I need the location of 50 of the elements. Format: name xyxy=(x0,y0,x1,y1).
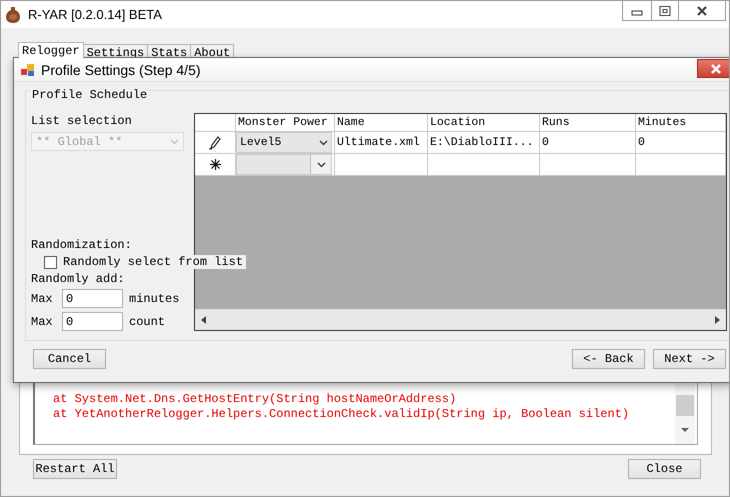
scroll-thumb[interactable] xyxy=(676,395,694,416)
close-button[interactable]: Close xyxy=(628,459,701,479)
chevron-icon xyxy=(319,140,328,146)
unit-label: minutes xyxy=(129,292,180,306)
random-checkbox[interactable]: Randomly select from list xyxy=(44,255,246,269)
tab[interactable]: Relogger xyxy=(18,42,84,59)
close-icon xyxy=(696,6,708,16)
field-label: List selection xyxy=(31,114,133,128)
section-label: Randomly add: xyxy=(31,272,126,286)
log-line: at System.Net.Dns.GetHostEntry(String hostNameOrAddress) xyxy=(53,392,458,407)
asterisk-icon xyxy=(210,159,220,170)
window-title: R-YAR [0.2.0.14] BETA xyxy=(28,7,162,22)
column-header[interactable]: Monster Power xyxy=(236,114,335,132)
column-header[interactable]: Runs xyxy=(540,114,636,132)
number-field[interactable]: 0 xyxy=(62,289,123,308)
table-cell: Ultimate.xml xyxy=(335,132,428,154)
table-cell: E:\DiabloIII... xyxy=(428,132,540,154)
app-icon xyxy=(6,6,20,23)
unit-label: count xyxy=(129,314,166,328)
close-button[interactable] xyxy=(697,59,729,78)
maximize-icon xyxy=(659,6,671,16)
column-header[interactable]: Name xyxy=(335,114,428,132)
cancel-button[interactable]: Cancel xyxy=(33,349,106,369)
log-line: at YetAnotherRelogger.Helpers.ConnectionCheck.validIp(String ip, Boolean silent) xyxy=(53,407,630,422)
section-label: Randomization: xyxy=(31,238,133,252)
column-header[interactable]: Minutes xyxy=(636,114,726,132)
column-header[interactable]: Location xyxy=(428,114,540,132)
field-label: Max xyxy=(31,314,54,328)
empty-cell[interactable] xyxy=(636,154,726,176)
close-icon xyxy=(710,64,722,74)
restart-button[interactable]: Restart All xyxy=(33,459,117,479)
number-field[interactable]: 0 xyxy=(62,312,123,331)
left-arrow-icon xyxy=(201,316,206,324)
chevron-icon xyxy=(316,162,326,168)
field-label: Max xyxy=(31,292,54,306)
table-cell: 0 xyxy=(636,132,726,154)
power-dropdown[interactable]: Level5 xyxy=(236,132,332,153)
empty-cell[interactable] xyxy=(428,154,540,176)
empty-cell[interactable] xyxy=(335,154,428,176)
scrollbar[interactable] xyxy=(195,309,726,330)
pencil-icon xyxy=(209,136,221,150)
dialog-icon xyxy=(21,62,35,76)
back-button[interactable]: <- Back xyxy=(572,349,645,369)
right-arrow-icon xyxy=(715,316,720,324)
next-button[interactable]: Next -> xyxy=(653,349,726,369)
table-cell: 0 xyxy=(540,132,636,154)
empty-cell[interactable] xyxy=(540,154,636,176)
down-arrow-icon xyxy=(680,427,690,433)
dialog-title: Profile Settings (Step 4/5) xyxy=(41,62,201,78)
chevron-icon xyxy=(170,138,179,144)
